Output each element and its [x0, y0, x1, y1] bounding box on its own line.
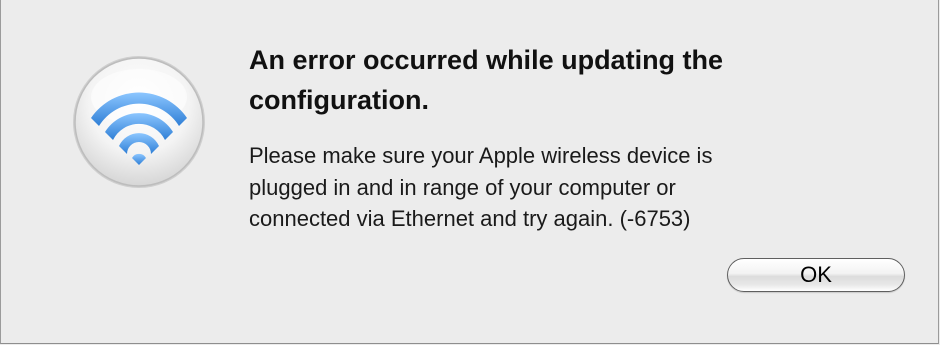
alert-message-line: plugged in and in range of your computer… [249, 174, 676, 200]
alert-message-line: connected via Ethernet and try again. (-… [249, 206, 691, 231]
alert-message-line: Please make sure your Apple wireless dev… [249, 143, 713, 168]
alert-dialog: An error occurred while updating the con… [0, 0, 939, 344]
alert-message: Please make sure your Apple wireless dev… [249, 140, 889, 235]
ok-button[interactable]: OK [727, 258, 905, 292]
alert-title-line: An error occurred while updating the [249, 45, 724, 75]
alert-title: An error occurred while updating the con… [249, 40, 889, 120]
airport-wifi-icon [73, 56, 205, 188]
alert-title-line: configuration. [249, 85, 429, 115]
